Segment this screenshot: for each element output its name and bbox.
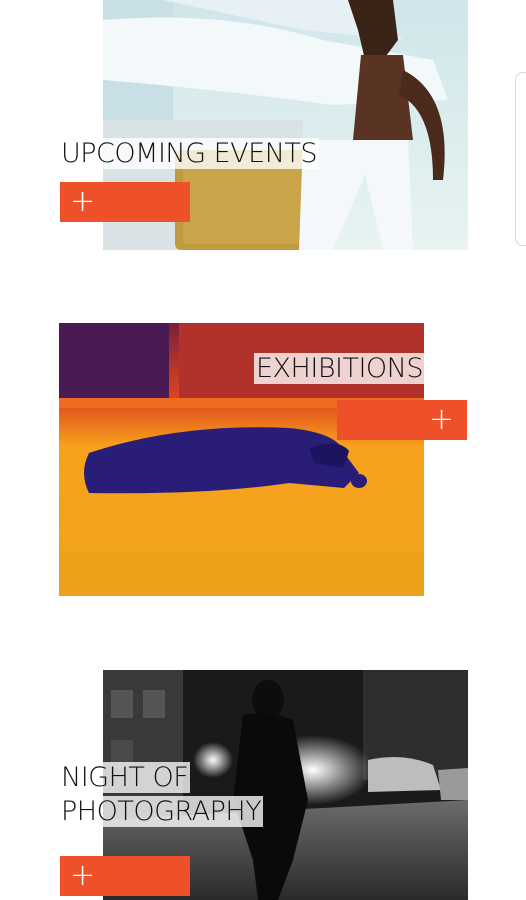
upcoming-events-expand-button[interactable]: + — [60, 182, 190, 222]
edge-panel-handle[interactable] — [515, 72, 526, 246]
plus-icon: + — [429, 402, 455, 437]
exhibitions-expand-button[interactable]: + — [337, 400, 467, 440]
night-of-photography-expand-button[interactable]: + — [60, 856, 190, 896]
plus-icon: + — [70, 184, 96, 219]
night-of-photography-title: NIGHT OF PHOTOGRAPHY — [59, 762, 264, 827]
plus-icon: + — [70, 858, 96, 893]
exhibitions-title: EXHIBITIONS — [254, 353, 426, 384]
upcoming-events-title: UPCOMING EVENTS — [59, 138, 320, 169]
